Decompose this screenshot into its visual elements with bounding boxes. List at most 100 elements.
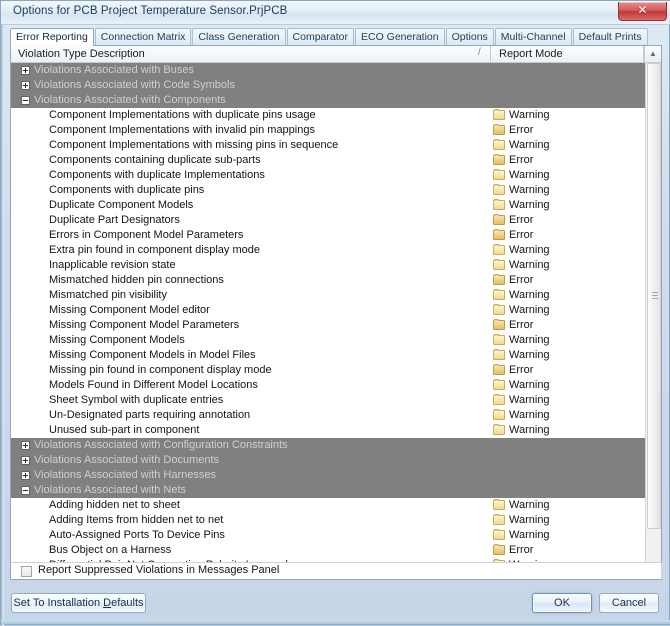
folder-icon <box>493 319 505 330</box>
tab-error-reporting[interactable]: Error Reporting <box>10 28 94 46</box>
violation-row[interactable]: Missing Component Models Warning <box>11 333 645 348</box>
violation-label: Violations Associated with Buses <box>34 64 194 76</box>
tab-connection-matrix[interactable]: Connection Matrix <box>94 28 192 45</box>
report-suppressed-violations-label[interactable]: Report Suppressed Violations in Messages… <box>38 564 279 576</box>
violation-row[interactable]: Component Implementations with missing p… <box>11 138 645 153</box>
report-mode-cell[interactable]: Error <box>493 123 533 138</box>
violation-row[interactable]: Adding Items from hidden net to net Warni… <box>11 513 645 528</box>
report-mode-cell[interactable]: Error <box>493 318 534 333</box>
tab-eco-generation[interactable]: ECO Generation <box>354 28 445 45</box>
report-mode-cell[interactable]: Warning <box>493 498 550 513</box>
violation-label: Un-Designated parts requiring annotation <box>49 409 251 421</box>
violation-group-row[interactable]: Violations Associated with Code Symbols <box>11 78 645 93</box>
vertical-scrollbar[interactable]: ▼ <box>645 63 662 579</box>
scrollbar-thumb[interactable] <box>647 63 661 529</box>
set-to-installation-defaults-button[interactable]: Set To Installation Defaults <box>11 593 146 613</box>
report-mode-cell[interactable]: Error <box>493 153 533 168</box>
expand-icon[interactable] <box>21 66 30 75</box>
report-mode-cell[interactable]: Error <box>493 228 534 243</box>
collapse-icon[interactable] <box>21 96 30 105</box>
violation-row[interactable]: Inapplicable revision state Warning <box>11 258 645 273</box>
violation-group-row[interactable]: Violations Associated with Nets <box>11 483 645 498</box>
collapse-icon[interactable] <box>21 486 30 495</box>
tab-multi-channel[interactable]: Multi-Channel <box>494 28 572 45</box>
violation-row[interactable]: Components with duplicate pins Warning <box>11 183 645 198</box>
report-mode-cell[interactable]: Error <box>493 363 533 378</box>
violation-group-row[interactable]: Violations Associated with Components <box>11 93 645 108</box>
violation-group-row[interactable]: Violations Associated with Harnesses <box>11 468 645 483</box>
violation-row[interactable]: Duplicate Part Designators Error <box>11 213 645 228</box>
violation-row[interactable]: Un-Designated parts requiring annotation… <box>11 408 645 423</box>
report-suppressed-violations-checkbox[interactable] <box>21 566 32 577</box>
violation-row[interactable]: Mismatched pin visibility Warning <box>11 288 645 303</box>
cancel-button[interactable]: Cancel <box>599 593 659 613</box>
violation-row[interactable]: Errors in Component Model Parameters Erro… <box>11 228 645 243</box>
expand-icon[interactable] <box>21 456 30 465</box>
violation-row[interactable]: Missing Component Model editor Warning <box>11 303 645 318</box>
violation-row[interactable]: Sheet Symbol with duplicate entries Warni… <box>11 393 645 408</box>
violation-row[interactable]: Missing pin found in component display m… <box>11 363 645 378</box>
suppress-option-strip: Report Suppressed Violations in Messages… <box>11 562 661 579</box>
violation-label: Models Found in Different Model Location… <box>49 379 258 391</box>
folder-icon <box>493 229 505 240</box>
report-mode-cell[interactable]: Warning <box>493 183 550 198</box>
violation-row[interactable]: Models Found in Different Model Location… <box>11 378 645 393</box>
violation-row[interactable]: Duplicate Component Models Warning <box>11 198 645 213</box>
report-mode-cell[interactable]: Error <box>493 273 533 288</box>
tab-label: Default Prints <box>578 31 642 43</box>
violation-label: Bus Object on a Harness <box>49 544 172 556</box>
violation-row[interactable]: Mismatched hidden pin connections Error <box>11 273 645 288</box>
report-mode-cell[interactable]: Warning <box>493 108 550 123</box>
close-button[interactable]: ✕ <box>618 2 667 21</box>
report-mode-value: Warning <box>509 499 550 511</box>
violation-group-row[interactable]: Violations Associated with Buses <box>11 63 645 78</box>
violation-group-row[interactable]: Violations Associated with Documents <box>11 453 645 468</box>
report-mode-cell[interactable]: Warning <box>493 288 550 303</box>
violation-row[interactable]: Missing Component Models in Model Files W… <box>11 348 645 363</box>
violation-row[interactable]: Unused sub-part in component Warning <box>11 423 645 438</box>
report-mode-value: Error <box>509 319 534 331</box>
tab-class-generation[interactable]: Class Generation <box>192 28 286 45</box>
violation-row[interactable]: Bus Object on a Harness Error <box>11 543 645 558</box>
expand-icon[interactable] <box>21 441 30 450</box>
report-mode-value: Error <box>509 229 534 241</box>
violation-row[interactable]: Components with duplicate Implementation… <box>11 168 645 183</box>
report-mode-cell[interactable]: Error <box>493 543 533 558</box>
report-mode-cell[interactable]: Warning <box>493 303 550 318</box>
report-mode-cell[interactable]: Warning <box>493 513 550 528</box>
report-mode-cell[interactable]: Warning <box>493 378 550 393</box>
column-header-report-mode[interactable]: Report Mode <box>492 46 644 62</box>
report-mode-cell[interactable]: Warning <box>493 168 550 183</box>
violation-group-row[interactable]: Violations Associated with Configuration… <box>11 438 645 453</box>
report-mode-cell[interactable]: Warning <box>493 393 550 408</box>
folder-icon <box>493 544 505 555</box>
violation-label: Violations Associated with Documents <box>34 454 220 466</box>
report-mode-cell[interactable]: Warning <box>493 243 550 258</box>
expand-icon[interactable] <box>21 81 30 90</box>
report-mode-cell[interactable]: Warning <box>493 408 550 423</box>
report-mode-cell[interactable]: Warning <box>493 258 550 273</box>
report-mode-cell[interactable]: Warning <box>493 348 550 363</box>
violation-row[interactable]: Missing Component Model Parameters Error <box>11 318 645 333</box>
violation-row[interactable]: Adding hidden net to sheet Warning <box>11 498 645 513</box>
tab-default-prints[interactable]: Default Prints <box>572 28 648 45</box>
column-header-description[interactable]: Violation Type Description <box>11 46 491 62</box>
violation-row[interactable]: Component Implementations with duplicate… <box>11 108 645 123</box>
violation-row[interactable]: Component Implementations with invalid p… <box>11 123 645 138</box>
tab-comparator[interactable]: Comparator <box>286 28 354 45</box>
report-mode-cell[interactable]: Warning <box>493 333 550 348</box>
report-mode-cell[interactable]: Warning <box>493 528 550 543</box>
ok-button[interactable]: OK <box>532 593 592 613</box>
violations-row-list[interactable]: Violations Associated with Buses Violatio… <box>11 63 645 579</box>
report-mode-cell[interactable]: Error <box>493 213 533 228</box>
report-mode-cell[interactable]: Warning <box>493 198 550 213</box>
header-scroll-up-button[interactable]: ▲ <box>644 46 661 62</box>
violation-label: Violations Associated with Configuration… <box>34 439 288 451</box>
expand-icon[interactable] <box>21 471 30 480</box>
violation-row[interactable]: Components containing duplicate sub-part… <box>11 153 645 168</box>
violation-row[interactable]: Auto-Assigned Ports To Device Pins Warnin… <box>11 528 645 543</box>
violation-row[interactable]: Extra pin found in component display mod… <box>11 243 645 258</box>
report-mode-cell[interactable]: Warning <box>493 423 550 438</box>
tab-options[interactable]: Options <box>445 28 494 45</box>
report-mode-cell[interactable]: Warning <box>493 138 550 153</box>
